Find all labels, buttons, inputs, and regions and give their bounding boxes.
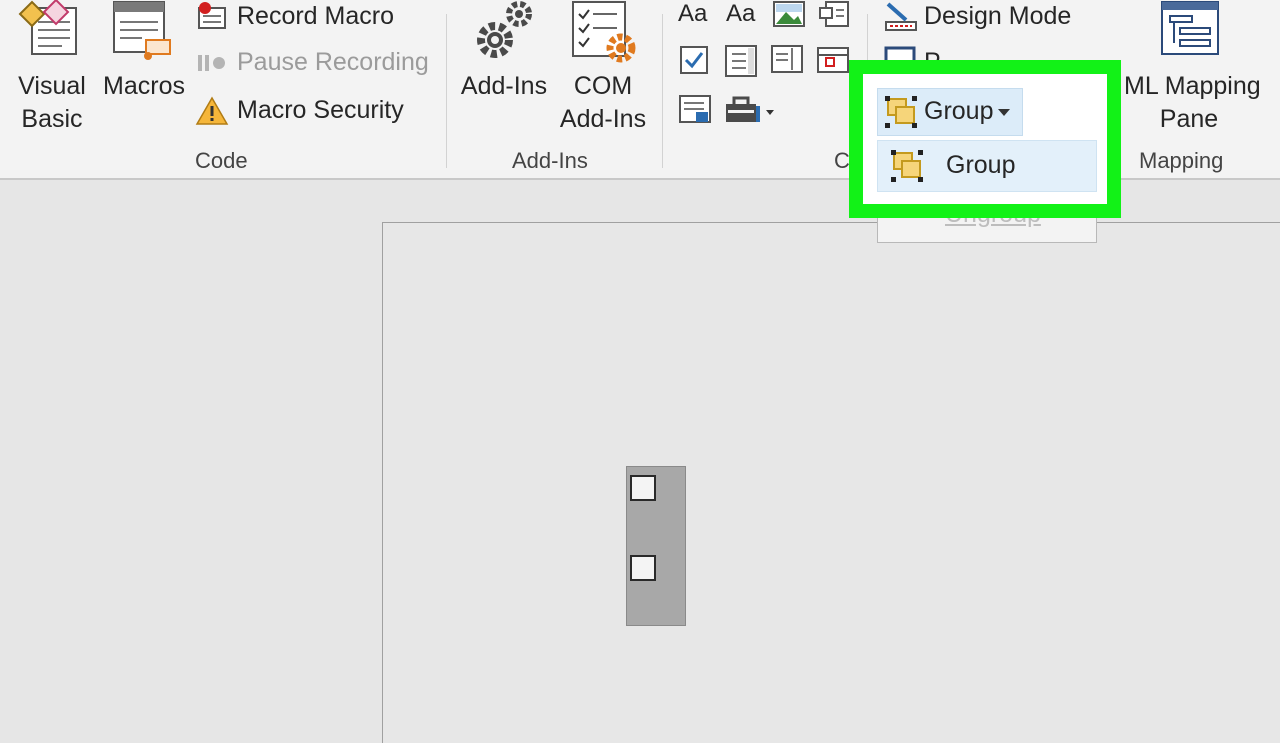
warning-icon (195, 96, 229, 125)
checkbox-control[interactable] (630, 555, 656, 581)
separator-addins (662, 14, 663, 168)
macros-button[interactable]: Macros (98, 0, 190, 140)
group-menu-item-label: Group (946, 151, 1016, 179)
macro-security-label: Macro Security (237, 96, 404, 124)
add-ins-button[interactable]: Add-Ins (455, 0, 553, 140)
macros-label: Macros (103, 72, 185, 100)
record-macro-button[interactable]: Record Macro (195, 0, 415, 34)
checkbox-control[interactable] (630, 475, 656, 501)
toolbox-icon[interactable] (724, 94, 778, 126)
com-add-ins-button[interactable]: COM Add-Ins (553, 0, 653, 140)
legacy-forms-icon[interactable] (678, 94, 714, 126)
checkbox-control-icon[interactable] (678, 44, 712, 76)
xml-mapping-pane-button[interactable]: ML Mapping Pane (1122, 0, 1272, 140)
separator-code (446, 14, 447, 168)
combo-box-control-icon[interactable] (724, 44, 760, 78)
pause-icon (198, 55, 225, 71)
mapping-group-label: Mapping (1139, 148, 1224, 173)
drop-down-list-control-icon[interactable] (770, 44, 806, 74)
record-macro-icon (198, 2, 226, 29)
design-mode-icon (885, 2, 917, 31)
chevron-down-icon (998, 109, 1010, 116)
visual-basic-icon (18, 0, 77, 55)
xml-mapping-pane-icon (1161, 1, 1219, 55)
visual-basic-label-1: Visual (18, 72, 86, 100)
picture-control-icon[interactable] (772, 0, 806, 28)
plain-text-control-icon[interactable]: Aa (726, 0, 755, 28)
design-mode-button[interactable]: Design Mode (884, 0, 1094, 34)
date-picker-control-icon[interactable] (816, 44, 852, 74)
group-button-label: Group (924, 97, 994, 125)
controls-group-label: C (834, 148, 850, 173)
record-macro-label: Record Macro (237, 2, 394, 30)
com-add-ins-icon (572, 1, 636, 63)
add-ins-label: Add-Ins (460, 72, 548, 100)
pause-recording-label: Pause Recording (237, 48, 429, 76)
highlight-annotation-box (849, 60, 1121, 218)
code-group-label: Code (195, 148, 248, 173)
group-menu-item[interactable]: Group (877, 140, 1097, 192)
macro-security-button[interactable]: Macro Security (195, 94, 425, 128)
group-icon (891, 150, 923, 182)
add-ins-group-label: Add-Ins (512, 148, 588, 173)
document-page (382, 222, 1280, 743)
xml-mapping-pane-label-2: Pane (1159, 105, 1219, 133)
group-dropdown-button[interactable]: Group (877, 88, 1023, 136)
design-mode-label: Design Mode (924, 2, 1072, 30)
com-add-ins-label-2: Add-Ins (559, 105, 647, 133)
com-add-ins-label-1: COM (573, 72, 633, 100)
visual-basic-label-2: Basic (21, 105, 83, 133)
add-ins-gear-icon (477, 1, 532, 58)
xml-mapping-pane-label-1: ML Mapping (1124, 72, 1261, 100)
visual-basic-button[interactable]: Visual Basic (10, 0, 94, 140)
group-icon (885, 96, 917, 128)
macros-icon (113, 1, 171, 60)
rich-text-control-icon[interactable]: Aa (678, 0, 707, 28)
pause-recording-button[interactable]: Pause Recording (195, 46, 435, 80)
grouped-shape[interactable] (626, 466, 686, 626)
building-block-icon[interactable] (818, 0, 852, 30)
